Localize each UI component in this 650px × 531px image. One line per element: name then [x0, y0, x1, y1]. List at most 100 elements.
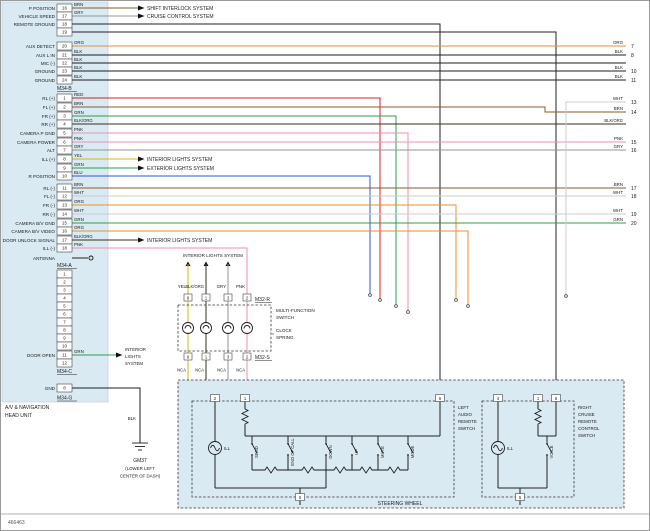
unused-pins: 1 2 3 4 5 6 7 8 9 10 — [57, 270, 72, 350]
pin-number: 13 — [62, 203, 67, 208]
pin-label: GND — [45, 386, 56, 391]
pin-number: 15 — [62, 221, 67, 226]
wire-end-dot — [395, 305, 398, 308]
pin-label: P POSITION — [29, 6, 55, 11]
wire-color-label: BLK — [74, 74, 82, 79]
wire-color-label: PNK — [236, 284, 245, 289]
left-switch-name-1: LEFT — [458, 405, 469, 410]
connector-label-m34a: M34-A — [57, 263, 72, 269]
pin-row: GND8 — [45, 384, 72, 392]
pin-number: 10 — [62, 174, 67, 179]
pin-number: 18 — [62, 246, 67, 251]
ground-name: GM37 — [133, 458, 147, 464]
connector-label-m34c: M34-C — [57, 369, 72, 375]
pin-number: 10 — [631, 69, 637, 75]
wire-color-label: BLK — [74, 57, 82, 62]
clock-spring-label-2: SPRING — [276, 335, 294, 340]
pin-number: 11 — [631, 78, 636, 84]
ground-location-2: CENTER OF DASH) — [120, 474, 161, 479]
multi-function-switch-label-2: SWITCH — [276, 315, 294, 320]
pin-number: 18 — [631, 194, 637, 200]
pin-number: 19 — [62, 30, 67, 35]
figure-number: 466463 — [8, 520, 25, 526]
wire-color-label: BLK — [74, 65, 82, 70]
pin-label: GROUND — [35, 69, 56, 74]
pin-label: CAMERA B/V VIDEO — [11, 229, 55, 234]
wire-color-label: BRN — [74, 101, 83, 106]
button-label-mode: MODE — [410, 446, 415, 459]
pin-label: CAMERA POWER — [17, 140, 56, 145]
pin-row: REMOTE GROUND18 — [14, 20, 72, 28]
wire-color-label: GRN — [74, 349, 84, 354]
wire-end-dot — [369, 294, 372, 297]
connector-label-m32r: M32-R — [255, 297, 270, 303]
pin-number: 20 — [62, 44, 67, 49]
pin-number: 21 — [62, 53, 67, 58]
pin-label: FR (+) — [42, 114, 56, 119]
button-label-mute: MUTE — [380, 446, 385, 458]
pin-label: FR (-) — [43, 203, 55, 208]
wire-color-label: PNK — [614, 136, 623, 141]
nca-label: NCA — [177, 368, 186, 373]
wire-color-label: WHT — [74, 190, 84, 195]
pin-label: RR (-) — [42, 212, 55, 217]
right-switch-name-4: CONTROL — [578, 426, 600, 431]
button-label-end-of-call: END OF CALL — [290, 438, 295, 466]
pin-label: AUX L IN — [36, 53, 55, 58]
steering-wheel-section: STEERING WHEEL LEFT AUDIO REMOTE SWITCH … — [178, 380, 624, 508]
pin-number: 17 — [62, 238, 67, 243]
button-label-send: SEND — [254, 446, 259, 458]
wire-end-dot — [455, 299, 458, 302]
head-unit-name-line2: HEAD UNIT — [5, 413, 32, 419]
offpage-label-door-open-1: INTERIOR — [125, 347, 146, 352]
pin-row: 12 — [57, 359, 72, 367]
wire-color-label: GRY — [74, 10, 84, 15]
pin-number: 7 — [631, 44, 634, 50]
wire-color-label: WHT — [74, 208, 84, 213]
pin-label: R POSITION — [28, 174, 55, 179]
pin-number: 16 — [62, 6, 67, 11]
wire-color-label: BRN — [74, 182, 83, 187]
multi-function-switch-label-1: MULTI-FUNCTION — [276, 308, 315, 313]
pin-number: 11 — [62, 353, 67, 358]
offpage-label-exterior-lights: EXTERIOR LIGHTS SYSTEM — [147, 166, 214, 172]
connector-label-m34b: M34-B — [57, 86, 72, 92]
wire-color-label: GRN — [613, 217, 623, 222]
offpage-label-door-open-2: LIGHTS — [125, 354, 141, 359]
offpage-label-cruise-control: CRUISE CONTROL SYSTEM — [147, 14, 214, 20]
wire-color-label: BRN — [614, 182, 623, 187]
pin-number: 12 — [62, 194, 67, 199]
connector-label-m34g: M34-G — [57, 396, 72, 402]
pin-label: REMOTE GROUND — [14, 22, 56, 27]
wire-end-dot — [407, 311, 410, 314]
ill-lamp-label: ILL — [507, 446, 514, 451]
button-label-up: UP — [354, 449, 359, 455]
pin-number: 8 — [631, 53, 634, 59]
wiring-diagram: 466463 A/V & NAVIGATION HEAD UNIT — [0, 0, 650, 531]
wire-color-label: ORG — [74, 225, 85, 230]
wire-color-label: BLK — [615, 49, 623, 54]
pin-number: 17 — [62, 14, 67, 19]
pin-number: 16 — [62, 229, 67, 234]
wire-color-label: BLU — [74, 170, 83, 175]
offpage-label-interior-lights-2: INTERIOR LIGHTS SYSTEM — [147, 238, 212, 244]
pin-label: ILL (+) — [42, 157, 56, 162]
right-switch-name-1: RIGHT — [578, 405, 592, 410]
pin-label: DOOR UNLOCK SIGNAL — [3, 238, 56, 243]
pin-label: CAMERA P GND — [20, 131, 56, 136]
button-label-down: DOWN — [328, 445, 333, 458]
pin-label: ANTENNA — [33, 256, 56, 261]
pin-label: CAMERA B/V GND — [15, 221, 55, 226]
offpage-label-interior-lights: INTERIOR LIGHTS SYSTEM — [147, 157, 212, 163]
wire-color-label: BLK — [615, 65, 623, 70]
pin-number: 23 — [62, 69, 67, 74]
wire-color-label: BLK — [128, 416, 136, 421]
pin-label: DOOR OPEN — [27, 353, 55, 358]
wire-end-dot — [467, 305, 470, 308]
button-label-voice: VOICE — [549, 445, 554, 458]
pin-label: ILL (-) — [43, 246, 56, 251]
pin-label: MIC (-) — [41, 61, 56, 66]
pin-number: 14 — [62, 212, 67, 217]
right-row: BLK/ORG — [604, 118, 623, 123]
pin-number: 12 — [62, 361, 67, 366]
